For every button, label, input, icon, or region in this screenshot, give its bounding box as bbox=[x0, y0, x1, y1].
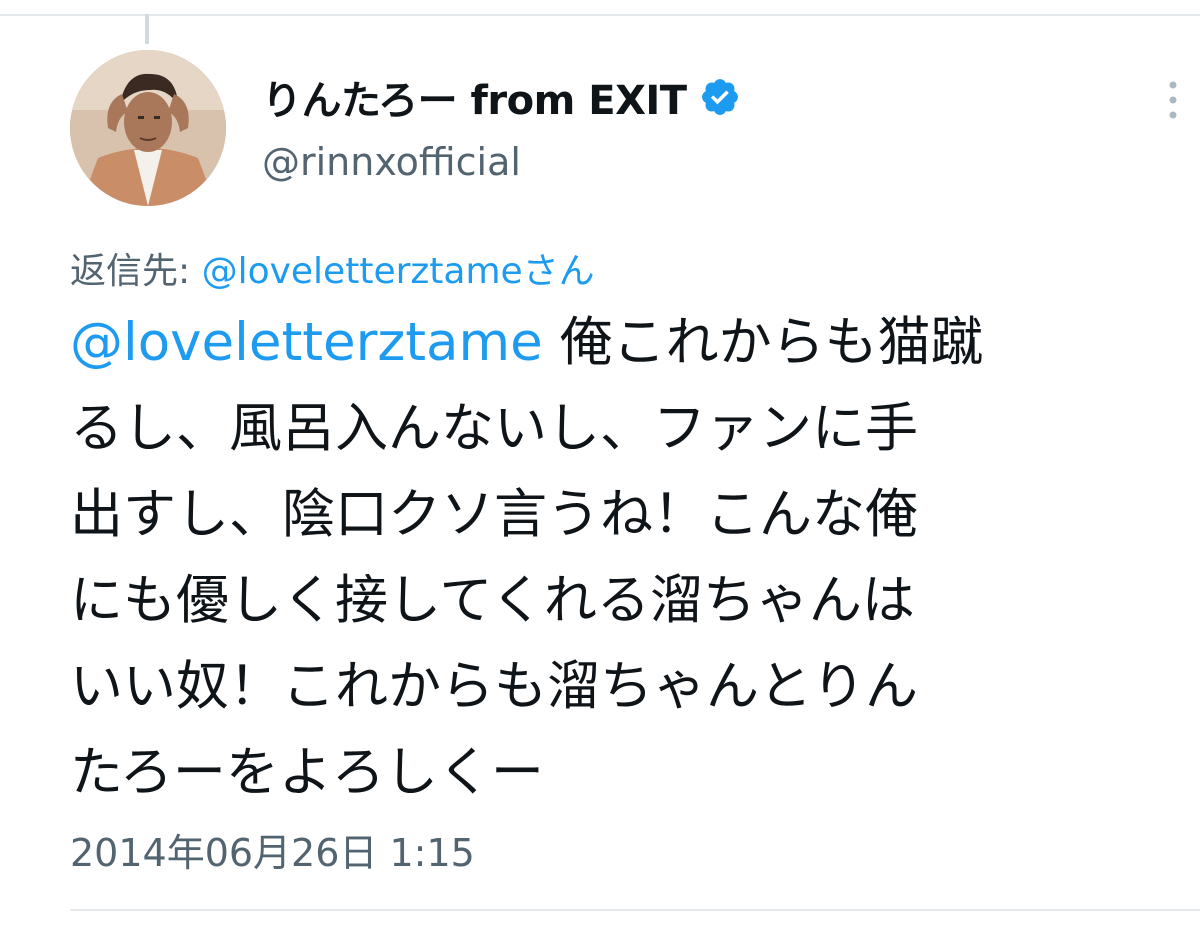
tweet-line: @loveletterztame 俺これからも猫蹴 bbox=[70, 300, 1150, 386]
tweet-mention-link[interactable]: @loveletterztame bbox=[70, 312, 543, 373]
top-divider bbox=[0, 14, 1200, 16]
avatar-photo bbox=[70, 50, 226, 206]
author-display-name[interactable]: りんたろー from EXIT bbox=[262, 68, 687, 126]
tweet-line: 出すし、陰口クソ言うね！こんな俺 bbox=[70, 484, 918, 545]
tweet-line-text: 俺これからも猫蹴 bbox=[542, 312, 984, 373]
tweet-line: にも優しく接してくれる溜ちゃんは bbox=[70, 570, 915, 631]
tweet-line: たろーをよろしくー bbox=[70, 742, 544, 803]
more-options-button[interactable] bbox=[1158, 78, 1188, 122]
reply-context: 返信先: @loveletterztameさん bbox=[70, 242, 595, 294]
bottom-divider bbox=[70, 909, 1200, 911]
more-vertical-icon bbox=[1169, 81, 1177, 119]
author-name-row[interactable]: りんたろー from EXIT bbox=[262, 66, 741, 128]
tweet-line: いい奴！これからも溜ちゃんとりん bbox=[70, 656, 918, 717]
author-handle[interactable]: @rinnxofficial bbox=[262, 140, 521, 184]
reply-target-link[interactable]: @loveletterztameさん bbox=[202, 251, 595, 292]
thread-connector-line bbox=[145, 14, 149, 44]
verified-badge-icon bbox=[701, 79, 738, 115]
tweet-line: るし、風呂入んないし、ファンに手 bbox=[70, 398, 918, 459]
avatar[interactable] bbox=[70, 50, 226, 206]
tweet-text: @loveletterztame 俺これからも猫蹴 るし、風呂入んないし、ファン… bbox=[70, 300, 1150, 816]
tweet-timestamp[interactable]: 2014年06月26日 1:15 bbox=[70, 822, 475, 877]
reply-prefix: 返信先: bbox=[70, 251, 202, 292]
